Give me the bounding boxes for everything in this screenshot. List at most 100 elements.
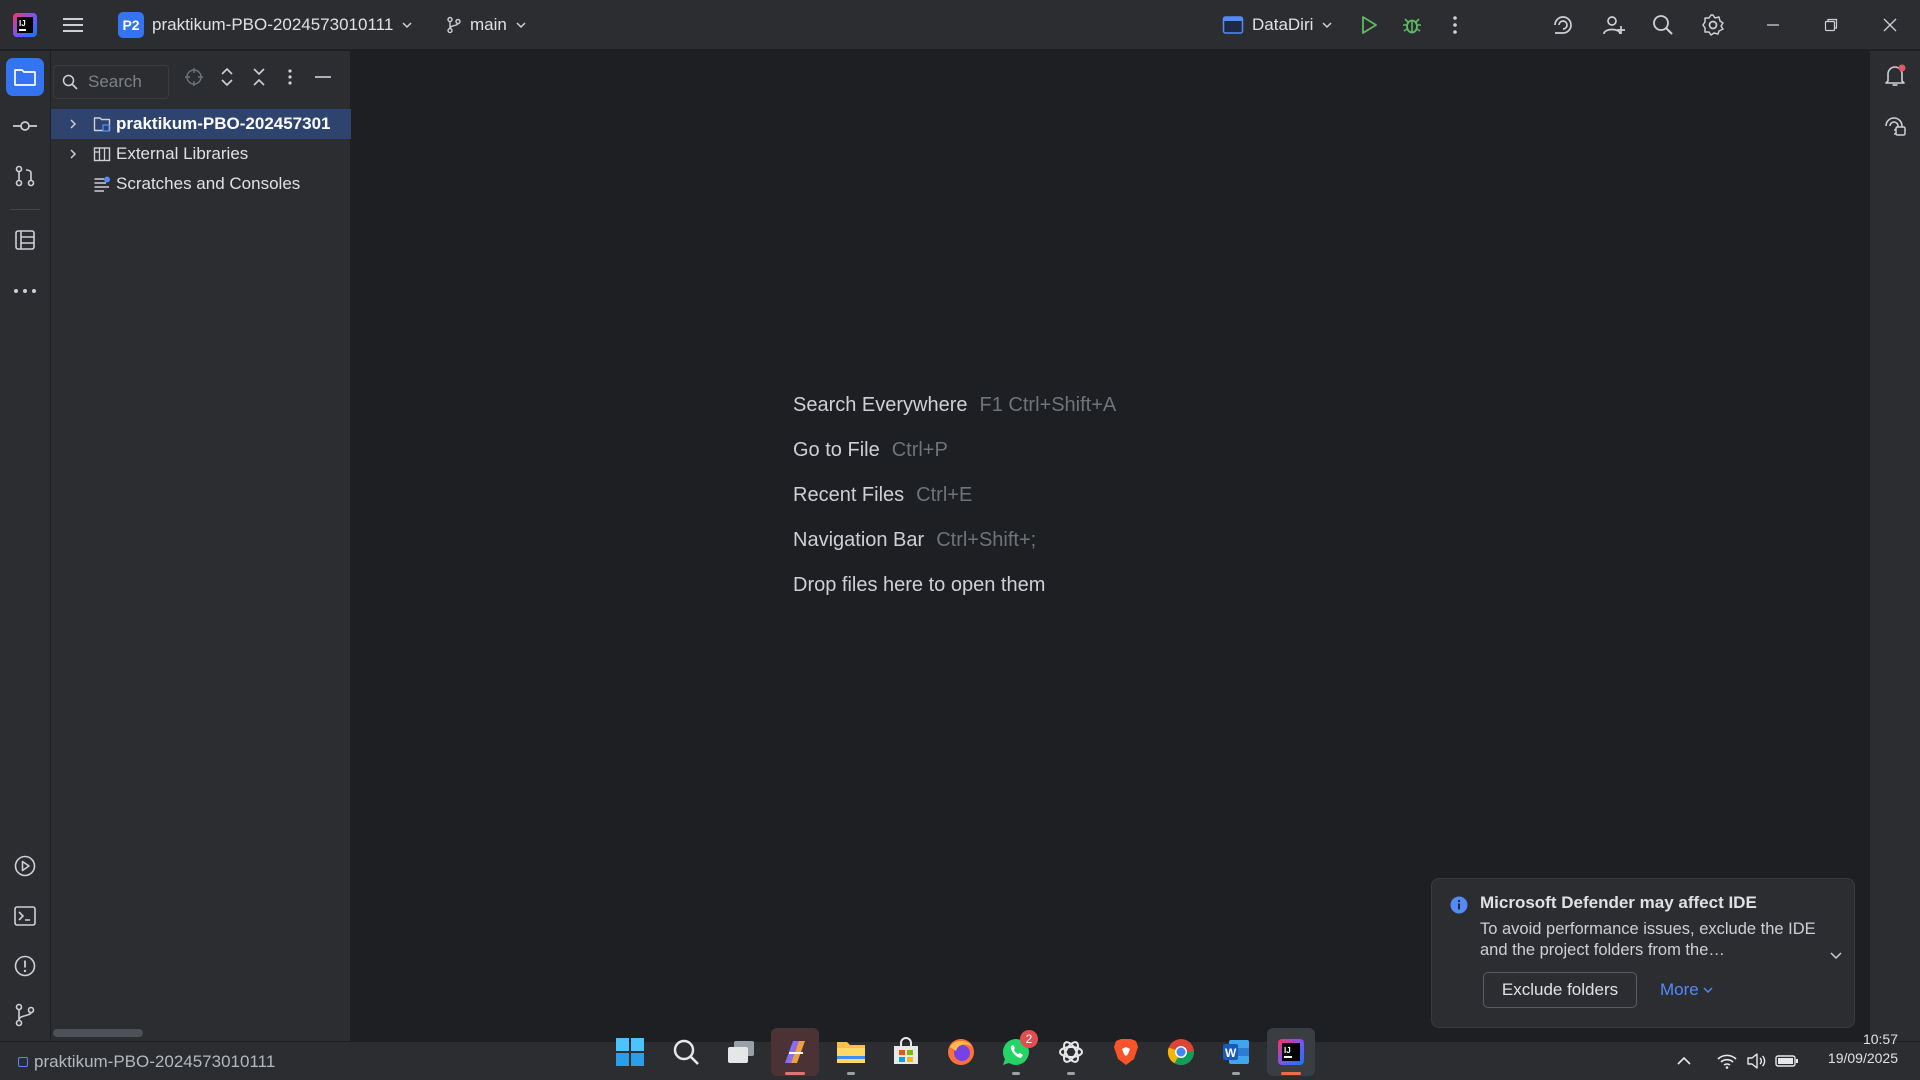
strip-divider <box>10 209 40 210</box>
ai-chat-icon <box>1885 117 1906 136</box>
taskbar-copilot-app[interactable] <box>771 1028 819 1076</box>
crosshair-icon <box>185 68 203 86</box>
minimize-icon <box>315 76 331 78</box>
project-tool-button[interactable] <box>6 58 44 96</box>
ai-assistant-button[interactable] <box>1545 0 1581 50</box>
pull-request-icon <box>15 165 35 187</box>
restore-button[interactable] <box>1803 0 1859 50</box>
project-search-box[interactable] <box>53 65 169 99</box>
battery-status[interactable] <box>1775 1041 1799 1080</box>
hamburger-icon <box>63 18 83 32</box>
expand-all-button[interactable] <box>213 63 241 91</box>
tree-item-project-root[interactable]: praktikum-PBO-202457301 <box>51 109 351 139</box>
services-tool-button[interactable] <box>6 847 44 885</box>
minimize-button[interactable] <box>1745 0 1801 50</box>
volume-status[interactable] <box>1746 1041 1766 1080</box>
taskbar-intellij-app[interactable]: IJ <box>1267 1028 1315 1076</box>
main-menu-button[interactable] <box>58 0 88 50</box>
exclude-folders-button[interactable]: Exclude folders <box>1483 972 1637 1008</box>
tray-overflow-button[interactable] <box>1676 1041 1692 1080</box>
title-bar: IJ P2 praktikum-PBO-2024573010111 main D… <box>0 0 1920 50</box>
more-vertical-icon <box>288 69 292 85</box>
brave-icon <box>1114 1039 1138 1065</box>
pull-requests-tool-button[interactable] <box>6 157 44 195</box>
horizontal-scrollbar[interactable] <box>53 1029 143 1037</box>
chrome-icon <box>1167 1039 1195 1066</box>
chevron-down-icon <box>402 22 412 29</box>
hint-action: Navigation Bar <box>793 529 925 551</box>
svg-text:IJ: IJ <box>19 19 26 28</box>
ai-chat-tool-button[interactable] <box>1876 107 1914 145</box>
problems-icon <box>14 955 36 977</box>
taskbar-word-app[interactable]: W <box>1212 1028 1260 1076</box>
hint-shortcut: Ctrl+E <box>916 484 973 506</box>
more-actions-button[interactable] <box>1437 0 1473 50</box>
more-tool-windows-button[interactable] <box>6 272 44 310</box>
hint-drop-files: Drop files here to open them <box>793 563 1116 608</box>
notification-title: Microsoft Defender may affect IDE <box>1480 893 1757 912</box>
taskbar-whatsapp-app[interactable]: 2 <box>992 1028 1040 1076</box>
taskbar-start-button[interactable] <box>606 1028 654 1076</box>
chatgpt-icon <box>1059 1041 1083 1063</box>
hint-action: Go to File <box>793 439 880 461</box>
git-tool-button[interactable] <box>6 996 44 1034</box>
chevron-up-icon <box>1677 1056 1691 1065</box>
commit-tool-button[interactable] <box>6 107 44 145</box>
collapse-all-button[interactable] <box>245 63 273 91</box>
services-icon <box>14 855 36 877</box>
taskbar-chatgpt-app[interactable] <box>1047 1028 1095 1076</box>
wifi-status[interactable] <box>1717 1041 1737 1080</box>
intellij-logo-icon[interactable]: IJ <box>12 0 38 50</box>
module-icon <box>18 1057 28 1067</box>
run-configuration-selector[interactable]: DataDiri <box>1222 0 1333 50</box>
close-window-button[interactable] <box>1862 0 1918 50</box>
application-config-icon <box>1222 16 1244 34</box>
hint-search-everywhere: Search Everywhere F1 Ctrl+Shift+A <box>793 383 1116 428</box>
taskbar-firefox-app[interactable] <box>937 1028 985 1076</box>
select-opened-file-button[interactable] <box>180 63 208 91</box>
notifications-tool-button[interactable] <box>1876 57 1914 95</box>
running-indicator <box>1281 1072 1301 1075</box>
hint-action: Drop files here to open them <box>793 574 1046 596</box>
folder-icon <box>837 1042 865 1063</box>
task-view-icon <box>728 1041 754 1063</box>
structure-tool-button[interactable] <box>6 221 44 259</box>
taskbar-chrome-app[interactable] <box>1157 1028 1205 1076</box>
debug-button[interactable] <box>1394 0 1430 50</box>
svg-text:IJ: IJ <box>1284 1046 1291 1055</box>
collapse-all-icon <box>253 68 265 86</box>
project-search-input[interactable] <box>88 72 158 92</box>
restore-icon <box>1824 18 1838 32</box>
project-widget[interactable]: P2 praktikum-PBO-2024573010111 <box>112 0 419 50</box>
search-everywhere-button[interactable] <box>1645 0 1681 50</box>
panel-options-button[interactable] <box>276 63 304 91</box>
taskbar-search-button[interactable] <box>662 1028 710 1076</box>
clock-date: 19/09/2025 <box>1827 1050 1898 1066</box>
taskbar-file-explorer-app[interactable] <box>827 1028 875 1076</box>
vcs-branch-widget[interactable]: main <box>446 0 527 50</box>
running-indicator <box>1067 1072 1075 1075</box>
code-with-me-button[interactable] <box>1596 0 1632 50</box>
hide-panel-button[interactable] <box>309 63 337 91</box>
taskbar-store-app[interactable] <box>882 1028 930 1076</box>
ai-spiral-icon <box>1554 16 1572 34</box>
run-button[interactable] <box>1351 0 1387 50</box>
chevron-down-icon <box>1322 22 1332 29</box>
tree-item-scratches[interactable]: Scratches and Consoles <box>51 169 351 199</box>
status-breadcrumb[interactable]: praktikum-PBO-2024573010111 <box>18 1052 275 1072</box>
chevron-down-icon[interactable] <box>1828 947 1844 963</box>
word-icon: W <box>1223 1040 1249 1064</box>
minimize-icon <box>1767 24 1779 26</box>
terminal-tool-button[interactable] <box>6 897 44 935</box>
search-icon <box>62 74 78 90</box>
running-indicator <box>847 1072 855 1075</box>
taskbar-task-view-button[interactable] <box>717 1028 765 1076</box>
taskbar-clock[interactable]: 10:57 19/09/2025 <box>1828 1030 1898 1068</box>
taskbar-brave-app[interactable] <box>1102 1028 1150 1076</box>
settings-button[interactable] <box>1695 0 1731 50</box>
more-link[interactable]: More <box>1660 980 1713 1000</box>
copilot-icon <box>785 1041 805 1063</box>
problems-tool-button[interactable] <box>6 947 44 985</box>
tree-item-external-libraries[interactable]: External Libraries <box>51 139 351 169</box>
running-indicator <box>785 1072 805 1075</box>
